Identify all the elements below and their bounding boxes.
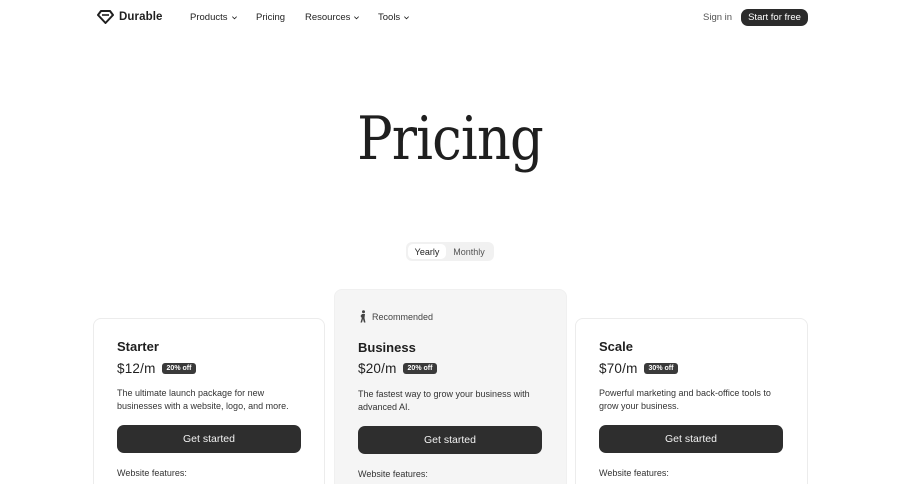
plan-card-starter: Starter $12/m 20% off The ultimate launc… xyxy=(93,318,325,484)
nav-resources[interactable]: Resources xyxy=(305,12,360,23)
sign-in-link[interactable]: Sign in xyxy=(703,12,732,23)
plan-card-scale: Scale $70/m 30% off Powerful marketing a… xyxy=(575,318,808,484)
person-icon xyxy=(360,310,366,323)
plan-name: Business xyxy=(358,340,416,355)
plan-card-business: Recommended Business $20/m 20% off The f… xyxy=(334,289,567,484)
nav-pricing-label: Pricing xyxy=(256,12,286,23)
price-row: $20/m 20% off xyxy=(358,361,438,376)
chevron-down-icon xyxy=(404,16,410,20)
toggle-monthly[interactable]: Monthly xyxy=(446,244,492,259)
plan-price: $70/m xyxy=(599,361,638,376)
diamond-logo-icon xyxy=(97,10,114,24)
recommended-text: Recommended xyxy=(372,311,434,322)
discount-badge: 20% off xyxy=(402,363,438,374)
brand-name: Durable xyxy=(119,11,163,23)
plan-name: Starter xyxy=(117,339,159,354)
get-started-button-starter[interactable]: Get started xyxy=(117,425,301,453)
nav-pricing[interactable]: Pricing xyxy=(256,12,285,23)
get-started-button-business[interactable]: Get started xyxy=(358,426,542,454)
price-row: $12/m 20% off xyxy=(117,361,197,376)
toggle-yearly[interactable]: Yearly xyxy=(408,244,446,259)
nav-tools-label: Tools xyxy=(378,12,401,23)
nav-tools[interactable]: Tools xyxy=(378,12,410,23)
features-heading: Website features: xyxy=(599,468,669,478)
nav-products-label: Products xyxy=(190,12,228,23)
get-started-button-scale[interactable]: Get started xyxy=(599,425,783,453)
discount-badge: 20% off xyxy=(161,363,197,374)
discount-badge: 30% off xyxy=(643,363,679,374)
brand-logo[interactable]: Durable xyxy=(97,10,163,24)
price-row: $70/m 30% off xyxy=(599,361,679,376)
nav-products[interactable]: Products xyxy=(190,12,238,23)
plan-price: $12/m xyxy=(117,361,156,376)
plan-description: The fastest way to grow your business wi… xyxy=(358,389,530,412)
recommended-label: Recommended xyxy=(359,310,433,323)
features-heading: Website features: xyxy=(117,468,187,478)
nav-resources-label: Resources xyxy=(305,12,351,23)
plan-price: $20/m xyxy=(358,361,397,376)
plan-description: The ultimate launch package for new busi… xyxy=(117,388,289,411)
features-heading: Website features: xyxy=(358,469,428,479)
top-navigation: Durable Products Pricing Resources Tools… xyxy=(0,0,900,36)
chevron-down-icon xyxy=(354,16,360,20)
chevron-down-icon xyxy=(231,16,237,20)
billing-toggle: Yearly Monthly xyxy=(406,242,494,261)
plan-name: Scale xyxy=(599,339,633,354)
plan-description: Powerful marketing and back-office tools… xyxy=(599,388,771,411)
page-title: Pricing xyxy=(357,104,544,174)
start-for-free-button[interactable]: Start for free xyxy=(741,9,808,26)
